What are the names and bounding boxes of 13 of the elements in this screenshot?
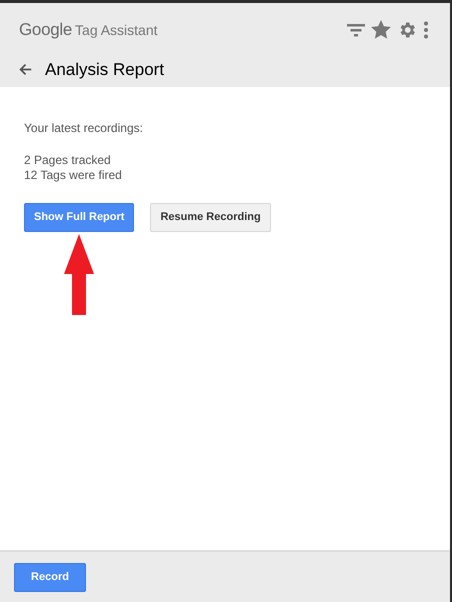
brand-name: Google: [19, 19, 72, 41]
intro-text: Your latest recordings:: [24, 121, 144, 136]
record-button[interactable]: Record: [14, 563, 86, 592]
stat-text: 2 Pages tracked: [24, 153, 112, 168]
resume-button[interactable]: Resume Recording: [150, 203, 271, 232]
product-name: Tag Assistant: [75, 21, 158, 40]
show-report-button[interactable]: Show Full Report: [24, 203, 134, 232]
back-icon[interactable]: [19, 62, 32, 76]
more-options-icon[interactable]: [423, 20, 429, 39]
star-icon[interactable]: [371, 20, 391, 40]
filter-icon[interactable]: [347, 22, 365, 37]
stat-text: 12 Tags were fired: [24, 168, 123, 183]
page-title: Analysis Report: [45, 58, 164, 80]
